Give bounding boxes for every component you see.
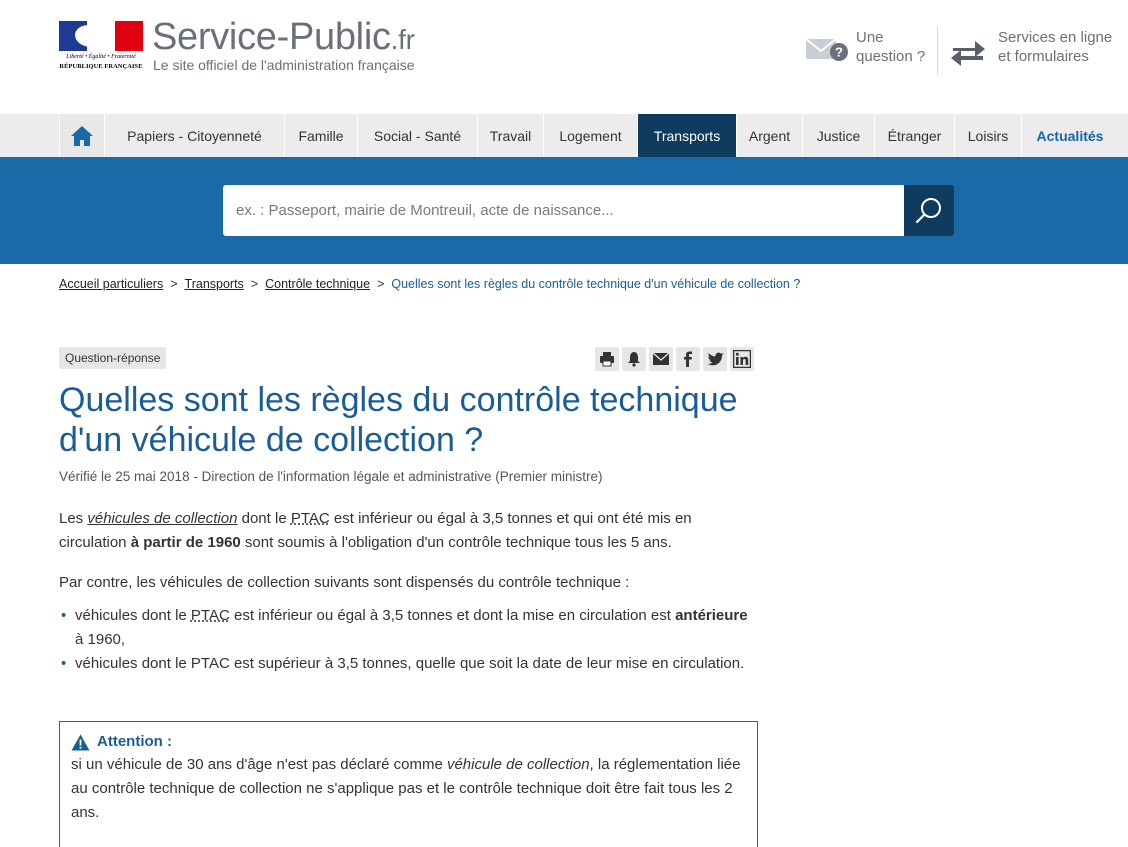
logo-republique: RÉPUBLIQUE FRANÇAISE bbox=[59, 63, 143, 70]
marianne-logo[interactable]: Liberté • Égalité • Fraternité RÉPUBLIQU… bbox=[59, 21, 143, 73]
site-header: Liberté • Égalité • Fraternité RÉPUBLIQU… bbox=[0, 0, 1128, 114]
search-button[interactable] bbox=[904, 185, 954, 236]
logo-motto: Liberté • Égalité • Fraternité bbox=[66, 54, 136, 60]
nav-justice[interactable]: Justice bbox=[803, 114, 875, 157]
warning-icon bbox=[71, 734, 90, 750]
alert-button[interactable] bbox=[622, 347, 646, 371]
facebook-icon bbox=[684, 351, 692, 367]
abbr-ptac[interactable]: PTAC bbox=[291, 510, 330, 527]
exemptions-intro: Par contre, les véhicules de collection … bbox=[59, 574, 630, 591]
nav-transports[interactable]: Transports bbox=[638, 114, 737, 157]
twitter-icon bbox=[707, 352, 723, 366]
main-nav: Papiers - Citoyenneté Famille Social - S… bbox=[0, 114, 1128, 157]
site-tld: .fr bbox=[390, 24, 415, 55]
print-icon bbox=[600, 352, 614, 367]
online-services-link[interactable]: Services en ligne et formulaires bbox=[949, 26, 1124, 76]
bell-icon bbox=[628, 352, 640, 367]
home-icon bbox=[71, 125, 93, 146]
breadcrumb-separator: > bbox=[170, 277, 178, 291]
breadcrumb-current: Quelles sont les règles du contrôle tech… bbox=[391, 277, 801, 291]
linkedin-share-button[interactable] bbox=[730, 347, 754, 371]
intro-paragraph: Les véhicules de collection dont le PTAC… bbox=[59, 510, 692, 551]
twitter-share-button[interactable] bbox=[703, 347, 727, 371]
site-name[interactable]: Service-Public.fr bbox=[152, 16, 415, 59]
email-share-button[interactable] bbox=[649, 347, 673, 371]
nav-social-sante[interactable]: Social - Santé bbox=[358, 114, 478, 157]
svg-text:?: ? bbox=[835, 45, 843, 60]
attention-heading: Attention : bbox=[97, 733, 172, 750]
nav-argent[interactable]: Argent bbox=[737, 114, 803, 157]
verified-date: Vérifié le 25 mai 2018 - Direction de l'… bbox=[59, 469, 603, 484]
attention-text: si un véhicule de 30 ans d'âge n'est pas… bbox=[71, 756, 741, 821]
content-type-badge: Question-réponse bbox=[59, 347, 167, 369]
print-button[interactable] bbox=[595, 347, 619, 371]
search-band bbox=[0, 157, 1128, 264]
breadcrumb-transports[interactable]: Transports bbox=[185, 277, 244, 291]
facebook-share-button[interactable] bbox=[676, 347, 700, 371]
nav-etranger[interactable]: Étranger bbox=[875, 114, 955, 157]
search-input[interactable] bbox=[223, 185, 904, 236]
list-item: véhicules dont le PTAC est inférieur ou … bbox=[59, 604, 759, 652]
header-divider bbox=[937, 27, 938, 75]
linkedin-icon bbox=[733, 350, 751, 368]
breadcrumb-separator: > bbox=[250, 277, 259, 291]
nav-travail[interactable]: Travail bbox=[478, 114, 544, 157]
definition-link-vehicules-collection[interactable]: véhicules de collection bbox=[87, 510, 237, 527]
share-toolbar bbox=[595, 347, 754, 371]
nav-famille[interactable]: Famille bbox=[285, 114, 358, 157]
breadcrumb: Accueil particuliers > Transports > Cont… bbox=[59, 277, 800, 291]
exchange-arrows-icon bbox=[951, 41, 985, 66]
nav-loisirs[interactable]: Loisirs bbox=[955, 114, 1022, 157]
question-link[interactable]: ? Une question ? bbox=[805, 26, 931, 76]
page-title: Quelles sont les règles du contrôle tech… bbox=[59, 381, 738, 459]
attention-box: Attention : si un véhicule de 30 ans d'â… bbox=[59, 721, 758, 847]
abbr-ptac[interactable]: PTAC bbox=[191, 607, 230, 624]
french-flag-icon bbox=[59, 21, 143, 51]
nav-papiers[interactable]: Papiers - Citoyenneté bbox=[105, 114, 285, 157]
nav-home[interactable] bbox=[59, 114, 105, 157]
exemptions-list: véhicules dont le PTAC est inférieur ou … bbox=[59, 604, 759, 676]
email-icon bbox=[652, 352, 670, 365]
mail-question-icon: ? bbox=[805, 38, 848, 61]
breadcrumb-controle-technique[interactable]: Contrôle technique bbox=[265, 277, 370, 291]
breadcrumb-accueil[interactable]: Accueil particuliers bbox=[59, 277, 163, 291]
list-item: véhicules dont le PTAC est supérieur à 3… bbox=[59, 652, 759, 676]
site-tagline: Le site officiel de l'administration fra… bbox=[153, 57, 415, 73]
nav-actualites[interactable]: Actualités bbox=[1022, 114, 1118, 157]
breadcrumb-separator: > bbox=[377, 277, 385, 291]
nav-logement[interactable]: Logement bbox=[544, 114, 638, 157]
search-icon bbox=[915, 197, 941, 223]
